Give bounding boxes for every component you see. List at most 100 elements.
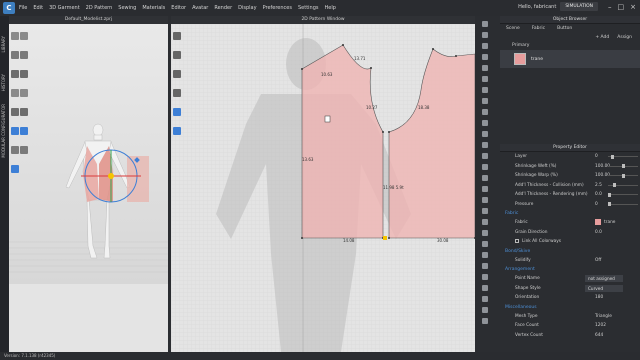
menu-file[interactable]: File bbox=[19, 5, 27, 11]
fabric-select-value[interactable]: trane bbox=[604, 220, 615, 225]
tab-button[interactable]: Button bbox=[557, 26, 572, 31]
link-colorways-checkbox[interactable] bbox=[515, 239, 519, 243]
property-value[interactable]: 0 bbox=[595, 154, 598, 159]
menu-avatar[interactable]: Avatar bbox=[192, 5, 208, 11]
panel-tool-icon[interactable] bbox=[482, 296, 488, 302]
pin-icon[interactable] bbox=[20, 70, 28, 78]
property-slider[interactable] bbox=[608, 173, 638, 178]
slider-handle[interactable] bbox=[608, 202, 611, 206]
slider-handle[interactable] bbox=[621, 173, 625, 178]
property-slider[interactable] bbox=[608, 202, 638, 206]
avatar-icon[interactable] bbox=[11, 108, 19, 116]
panel-tool-icon[interactable] bbox=[482, 43, 488, 49]
assign-button[interactable]: Assign bbox=[617, 35, 632, 40]
panel-tool-icon[interactable] bbox=[482, 65, 488, 71]
maximize-icon[interactable]: □ bbox=[618, 3, 625, 11]
panel-tool-icon[interactable] bbox=[482, 32, 488, 38]
strain-icon[interactable] bbox=[20, 89, 28, 97]
panel-tool-icon[interactable] bbox=[482, 252, 488, 258]
panel-tool-icon[interactable] bbox=[482, 186, 488, 192]
panel-tool-icon[interactable] bbox=[482, 142, 488, 148]
section-miscellaneous[interactable]: Miscellaneous bbox=[500, 303, 640, 312]
menu-settings[interactable]: Settings bbox=[298, 5, 319, 11]
tab-history[interactable]: HISTORY bbox=[1, 74, 6, 91]
menu-sewing[interactable]: Sewing bbox=[118, 5, 136, 11]
topstitch-icon[interactable] bbox=[11, 165, 19, 173]
property-value[interactable]: 0.0 bbox=[595, 192, 602, 197]
selected-point[interactable] bbox=[383, 236, 387, 240]
panel-tool-icon[interactable] bbox=[482, 164, 488, 170]
tack-icon[interactable] bbox=[11, 70, 19, 78]
panel-tool-icon[interactable] bbox=[482, 120, 488, 126]
grain-value[interactable]: 0.0 bbox=[595, 230, 602, 235]
menu-preferences[interactable]: Preferences bbox=[263, 5, 292, 11]
panel-tool-icon[interactable] bbox=[482, 98, 488, 104]
property-slider[interactable] bbox=[608, 154, 638, 159]
section-arrangement[interactable]: Arrangement bbox=[500, 265, 640, 274]
menu-3d-garment[interactable]: 3D Garment bbox=[49, 5, 80, 11]
panel-tool-icon[interactable] bbox=[482, 230, 488, 236]
menu-editor[interactable]: Editor bbox=[171, 5, 186, 11]
zipper-icon[interactable] bbox=[20, 146, 28, 154]
select-mesh-icon[interactable] bbox=[11, 32, 19, 40]
close-icon[interactable]: × bbox=[630, 3, 636, 11]
panel-tool-icon[interactable] bbox=[482, 318, 488, 324]
menu-edit[interactable]: Edit bbox=[33, 5, 43, 11]
section-bond-skive[interactable]: Bond/Skive bbox=[500, 247, 640, 256]
edit-pattern-icon[interactable] bbox=[173, 51, 181, 59]
property-slider[interactable] bbox=[608, 192, 638, 197]
panel-tool-icon[interactable] bbox=[482, 76, 488, 82]
panel-tool-icon[interactable] bbox=[482, 175, 488, 181]
fold-icon[interactable] bbox=[11, 51, 19, 59]
panel-tool-icon[interactable] bbox=[482, 21, 488, 27]
panel-tool-icon[interactable] bbox=[482, 197, 488, 203]
polygon-icon[interactable] bbox=[173, 89, 181, 97]
panel-tool-icon[interactable] bbox=[482, 87, 488, 93]
simulation-button[interactable]: SIMULATION bbox=[560, 2, 598, 11]
fabric-color-swatch[interactable] bbox=[595, 219, 601, 225]
panel-tool-icon[interactable] bbox=[482, 307, 488, 313]
fabric-list-item[interactable]: trane bbox=[500, 50, 640, 68]
menu-help[interactable]: Help bbox=[325, 5, 336, 11]
transform-pattern-icon[interactable] bbox=[173, 32, 181, 40]
slider-handle[interactable] bbox=[613, 183, 617, 187]
slider-handle[interactable] bbox=[621, 164, 625, 168]
move-icon[interactable] bbox=[20, 32, 28, 40]
solidify-toggle[interactable]: Off bbox=[595, 258, 601, 263]
button-icon[interactable] bbox=[11, 146, 19, 154]
internal-line-icon[interactable] bbox=[173, 127, 181, 135]
menu-render[interactable]: Render bbox=[214, 5, 232, 11]
slider-handle[interactable] bbox=[608, 192, 611, 197]
mesh-type-value[interactable]: Triangle bbox=[595, 314, 612, 319]
fabric-icon[interactable] bbox=[20, 108, 28, 116]
edit-curvature-icon[interactable] bbox=[173, 70, 181, 78]
orientation-value[interactable]: 180 bbox=[595, 295, 603, 300]
panel-tool-icon[interactable] bbox=[482, 131, 488, 137]
panel-tool-icon[interactable] bbox=[482, 285, 488, 291]
property-slider[interactable] bbox=[608, 183, 638, 187]
tab-fabric[interactable]: Fabric bbox=[532, 26, 545, 31]
panel-tool-icon[interactable] bbox=[482, 54, 488, 60]
point-name-field[interactable]: not assigned bbox=[585, 275, 623, 282]
menu-display[interactable]: Display bbox=[238, 5, 256, 11]
panel-tool-icon[interactable] bbox=[482, 241, 488, 247]
texture-icon[interactable] bbox=[11, 127, 19, 135]
3d-viewport[interactable] bbox=[9, 24, 168, 284]
panel-tool-icon[interactable] bbox=[482, 109, 488, 115]
tab-scene[interactable]: Scene bbox=[506, 26, 520, 31]
menu-2d-pattern[interactable]: 2D Pattern bbox=[86, 5, 113, 11]
2d-pattern-canvas[interactable]: 13.71 10.63 10.27 18.38 13.63 11.98 5.9t… bbox=[171, 24, 475, 352]
measure-icon[interactable] bbox=[11, 89, 19, 97]
panel-tool-icon[interactable] bbox=[482, 274, 488, 280]
panel-tool-icon[interactable] bbox=[482, 153, 488, 159]
panel-tool-icon[interactable] bbox=[482, 219, 488, 225]
property-value[interactable]: 0 bbox=[595, 202, 598, 207]
graphic-icon[interactable] bbox=[20, 127, 28, 135]
property-value[interactable]: 2.5 bbox=[595, 183, 602, 188]
rectangle-icon[interactable] bbox=[173, 108, 181, 116]
menu-materials[interactable]: Materials bbox=[142, 5, 165, 11]
property-slider[interactable] bbox=[608, 164, 638, 168]
panel-tool-icon[interactable] bbox=[482, 208, 488, 214]
add-button[interactable]: + Add bbox=[595, 35, 609, 40]
tab-library[interactable]: LIBRARY bbox=[1, 36, 6, 52]
